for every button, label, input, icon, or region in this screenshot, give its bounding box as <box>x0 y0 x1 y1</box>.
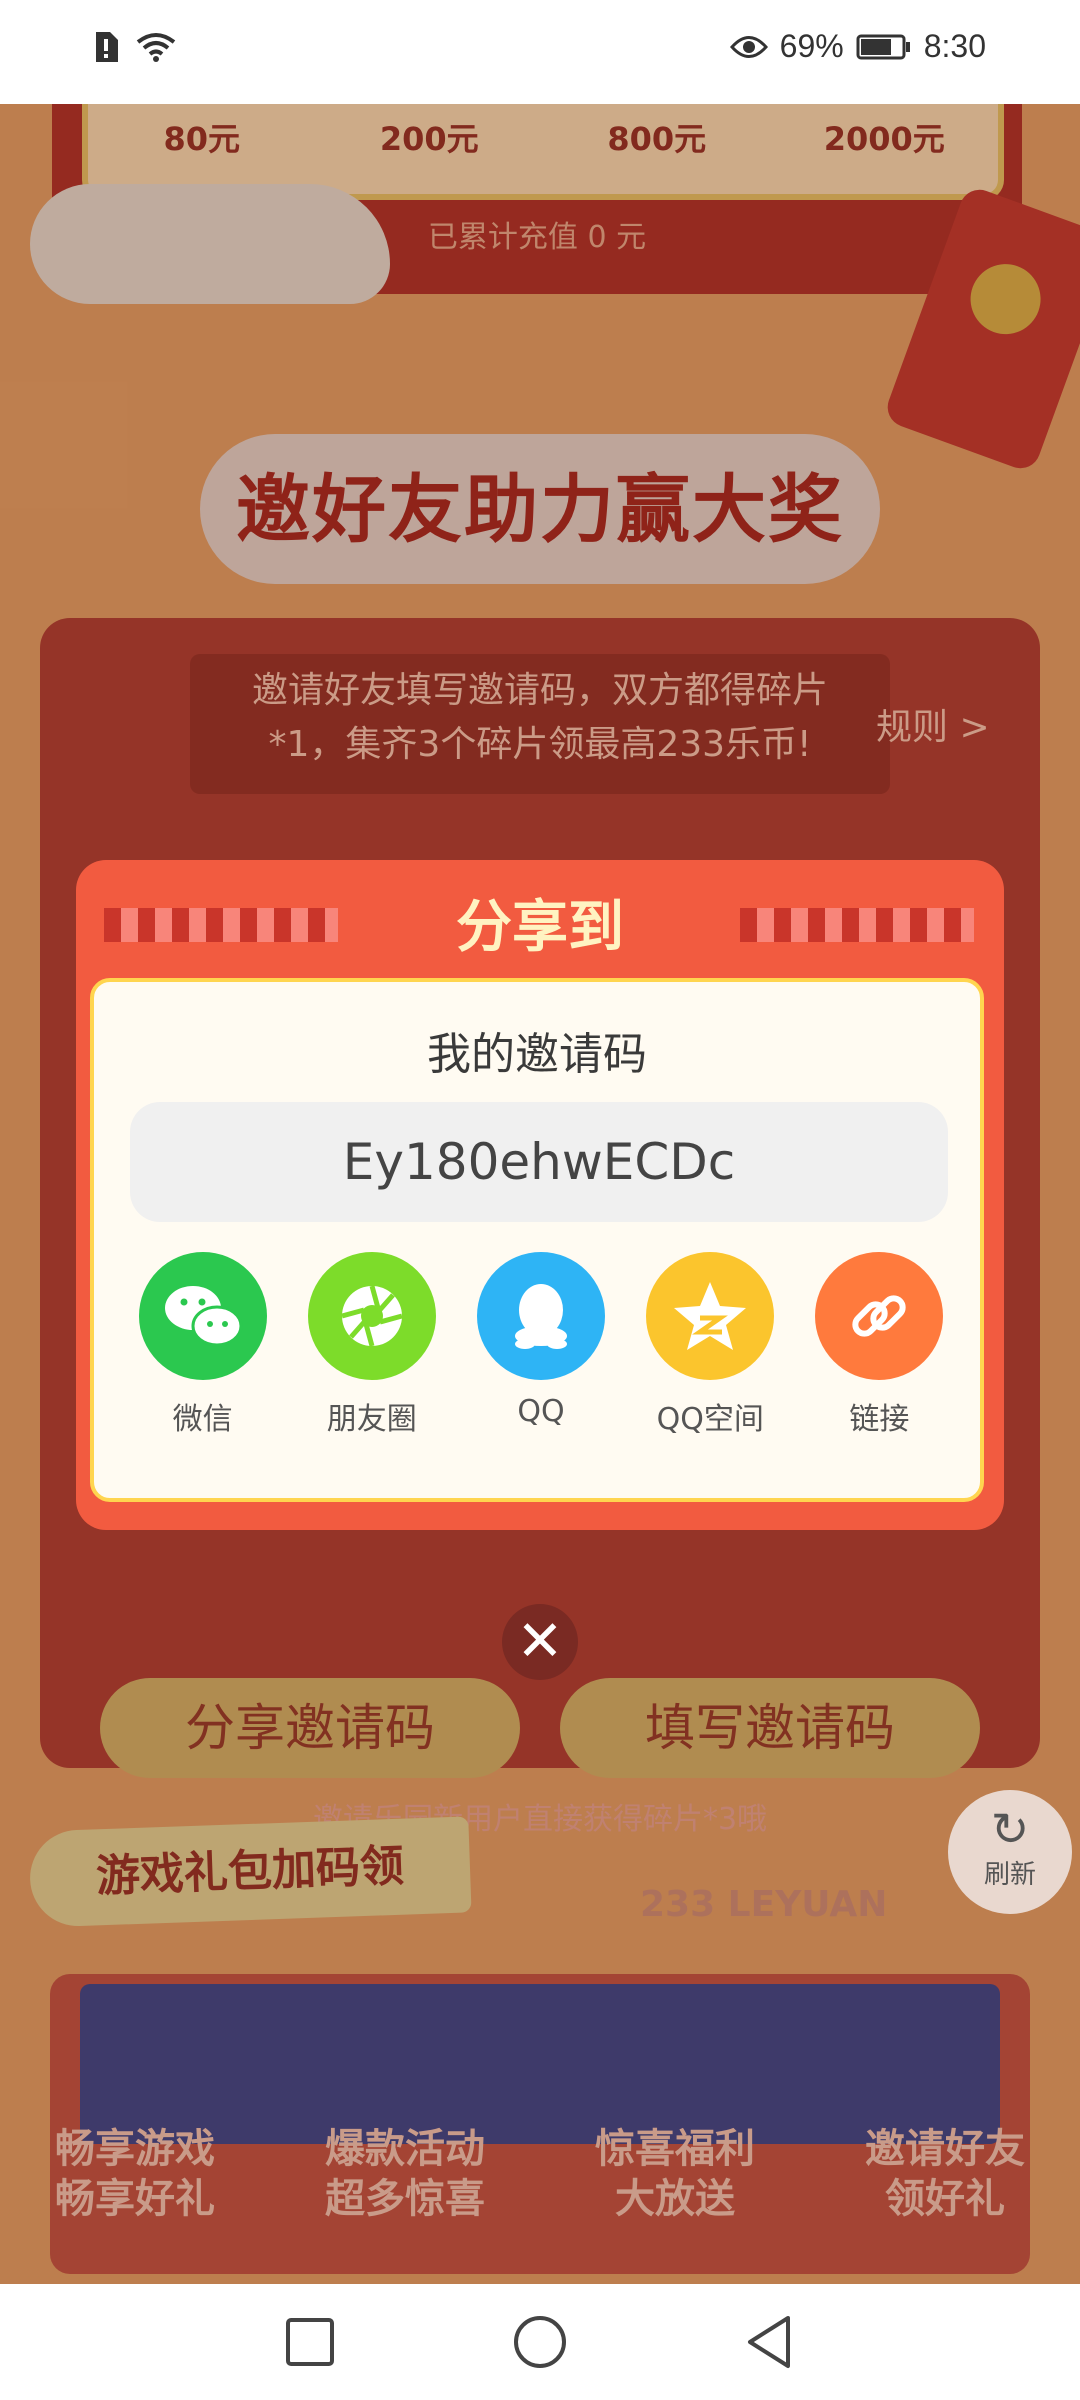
share-wechat[interactable]: 微信 <box>118 1252 287 1438</box>
status-right: 69% 8:30 <box>729 28 986 65</box>
wechat-icon <box>138 1252 267 1380</box>
sim-alert-icon <box>96 32 118 62</box>
moments-icon <box>307 1252 436 1380</box>
share-moments[interactable]: 朋友圈 <box>287 1252 456 1438</box>
share-qzone[interactable]: QQ空间 <box>626 1252 795 1438</box>
dialog-title: 分享到 <box>456 895 624 960</box>
share-label: QQ <box>517 1394 565 1429</box>
share-label: 朋友圈 <box>326 1402 417 1437</box>
share-targets: 微信 朋友圈 QQ QQ空间 链接 <box>118 1252 964 1438</box>
share-link[interactable]: 链接 <box>795 1252 964 1438</box>
share-label: 链接 <box>849 1402 910 1437</box>
refresh-label: 刷新 <box>983 1860 1036 1890</box>
invite-code-field[interactable]: Ey180ehwECDc <box>130 1102 948 1222</box>
battery-percent: 69% <box>779 28 844 64</box>
invite-code-label: 我的邀请码 <box>427 1029 647 1080</box>
qzone-icon <box>646 1252 775 1380</box>
close-dialog-button[interactable]: ✕ <box>502 1604 578 1680</box>
clock: 8:30 <box>923 28 986 64</box>
back-icon[interactable] <box>742 2314 798 2370</box>
share-dialog: 分享到 我的邀请码 Ey180ehwECDc 微信 朋友圈 QQ QQ空间 链接 <box>76 860 1004 1530</box>
eye-icon <box>729 35 768 58</box>
status-left <box>92 30 178 64</box>
share-qq[interactable]: QQ <box>456 1252 625 1438</box>
wifi-icon <box>136 33 176 62</box>
link-icon <box>815 1252 944 1380</box>
recents-icon[interactable] <box>282 2314 338 2370</box>
dialog-body: 我的邀请码 Ey180ehwECDc 微信 朋友圈 QQ QQ空间 链接 <box>90 978 984 1502</box>
status-bar: 69% 8:30 <box>0 0 1080 104</box>
share-label: QQ空间 <box>656 1402 764 1437</box>
battery-icon <box>856 34 910 59</box>
refresh-button[interactable]: ↻ 刷新 <box>948 1790 1072 1914</box>
share-label: 微信 <box>172 1402 233 1437</box>
system-nav-bar <box>0 2284 1080 2400</box>
refresh-icon: ↻ <box>990 1802 1030 1856</box>
qq-icon <box>477 1252 605 1380</box>
home-icon[interactable] <box>512 2314 568 2370</box>
